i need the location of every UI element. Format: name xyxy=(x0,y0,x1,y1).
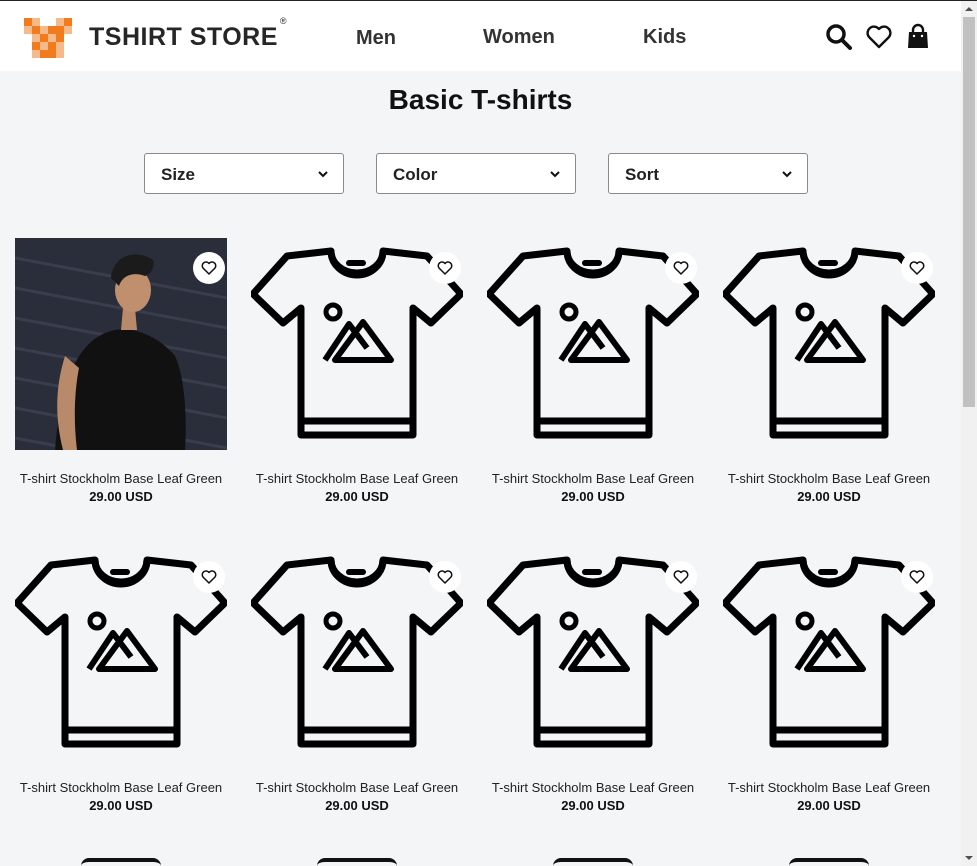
next-row-product-peek xyxy=(553,858,633,866)
favorite-button[interactable] xyxy=(429,252,461,284)
product-price: 29.00 USD xyxy=(797,489,861,504)
heart-icon xyxy=(201,570,217,584)
scrollbar-thumb[interactable] xyxy=(963,17,975,407)
product-price: 29.00 USD xyxy=(561,489,625,504)
favorite-button[interactable] xyxy=(193,561,225,593)
wishlist-heart-icon[interactable] xyxy=(865,23,893,51)
page-title: Basic T-shirts xyxy=(388,84,573,115)
shopping-bag-icon[interactable] xyxy=(904,23,932,51)
product-name[interactable]: T-shirt Stockholm Base Leaf Green xyxy=(241,780,473,795)
store-logo-icon[interactable] xyxy=(24,18,72,58)
nav-women[interactable]: Women xyxy=(483,26,555,49)
heart-icon xyxy=(673,570,689,584)
product-card[interactable]: T-shirt Stockholm Base Leaf Green 29.00 … xyxy=(15,547,227,822)
product-card[interactable]: T-shirt Stockholm Base Leaf Green 29.00 … xyxy=(723,547,935,822)
sort-select[interactable]: Sort xyxy=(608,153,808,194)
favorite-button[interactable] xyxy=(665,252,697,284)
brand-name[interactable]: TSHIRT STORE® xyxy=(89,16,287,52)
favorite-button[interactable] xyxy=(193,252,225,284)
product-price: 29.00 USD xyxy=(561,798,625,813)
next-row-product-peek xyxy=(317,858,397,866)
product-price: 29.00 USD xyxy=(89,489,153,504)
product-name[interactable]: T-shirt Stockholm Base Leaf Green xyxy=(241,471,473,486)
nav-kids[interactable]: Kids xyxy=(643,26,686,49)
favorite-button[interactable] xyxy=(665,561,697,593)
product-name[interactable]: T-shirt Stockholm Base Leaf Green xyxy=(477,780,709,795)
heart-icon xyxy=(909,570,925,584)
product-name[interactable]: T-shirt Stockholm Base Leaf Green xyxy=(713,780,945,795)
heart-icon xyxy=(673,261,689,275)
chevron-down-icon xyxy=(782,171,792,178)
product-card[interactable]: T-shirt Stockholm Base Leaf Green 29.00 … xyxy=(487,547,699,822)
heart-icon xyxy=(201,261,217,275)
site-header: TSHIRT STORE® Men Women Kids xyxy=(0,1,961,71)
heart-icon xyxy=(909,261,925,275)
heart-icon xyxy=(437,570,453,584)
product-price: 29.00 USD xyxy=(797,798,861,813)
size-filter-label: Size xyxy=(161,165,196,184)
scroll-up-arrow-icon[interactable] xyxy=(965,5,973,13)
color-filter-label: Color xyxy=(393,165,438,184)
registered-mark: ® xyxy=(279,15,288,26)
product-card[interactable]: T-shirt Stockholm Base Leaf Green 29.00 … xyxy=(251,238,463,513)
product-name[interactable]: T-shirt Stockholm Base Leaf Green xyxy=(5,471,237,486)
color-filter-select[interactable]: Color xyxy=(376,153,576,194)
product-price: 29.00 USD xyxy=(325,798,389,813)
favorite-button[interactable] xyxy=(901,252,933,284)
product-price: 29.00 USD xyxy=(89,798,153,813)
sort-label: Sort xyxy=(625,165,659,184)
product-name[interactable]: T-shirt Stockholm Base Leaf Green xyxy=(5,780,237,795)
favorite-button[interactable] xyxy=(429,561,461,593)
chevron-down-icon xyxy=(550,171,560,178)
favorite-button[interactable] xyxy=(901,561,933,593)
vertical-scrollbar[interactable] xyxy=(961,1,977,866)
product-name[interactable]: T-shirt Stockholm Base Leaf Green xyxy=(477,471,709,486)
search-icon[interactable] xyxy=(825,23,853,51)
product-price: 29.00 USD xyxy=(325,489,389,504)
next-row-product-peek xyxy=(789,858,869,866)
chevron-down-icon xyxy=(318,171,328,178)
heart-icon xyxy=(437,261,453,275)
nav-men[interactable]: Men xyxy=(356,27,396,50)
product-card[interactable]: T-shirt Stockholm Base Leaf Green 29.00 … xyxy=(15,238,227,513)
scroll-down-arrow-icon[interactable] xyxy=(965,854,973,862)
product-card[interactable]: T-shirt Stockholm Base Leaf Green 29.00 … xyxy=(487,238,699,513)
product-card[interactable]: T-shirt Stockholm Base Leaf Green 29.00 … xyxy=(723,238,935,513)
brand-text: TSHIRT STORE xyxy=(89,23,278,51)
product-name[interactable]: T-shirt Stockholm Base Leaf Green xyxy=(713,471,945,486)
size-filter-select[interactable]: Size xyxy=(144,153,344,194)
product-card[interactable]: T-shirt Stockholm Base Leaf Green 29.00 … xyxy=(251,547,463,822)
next-row-product-peek xyxy=(81,858,161,866)
